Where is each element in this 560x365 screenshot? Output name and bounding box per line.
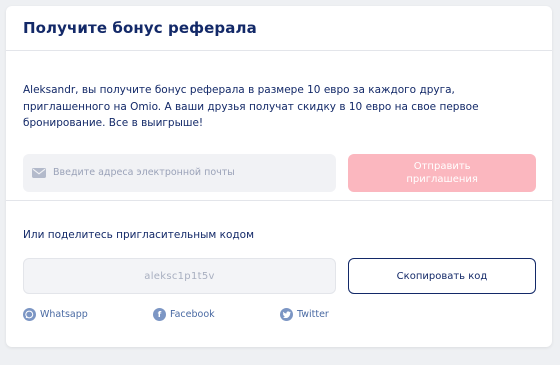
invite-row: Отправить приглашения <box>23 153 536 192</box>
email-input[interactable] <box>53 167 333 178</box>
card-title: Получите бонус реферала <box>23 19 257 37</box>
invite-section: Aleksandr, вы получите бонус реферала в … <box>6 51 552 201</box>
mail-icon <box>32 167 46 178</box>
share-twitter-link[interactable]: Twitter <box>280 308 329 321</box>
share-facebook-link[interactable]: f Facebook <box>153 308 280 321</box>
referral-bonus-card: Получите бонус реферала Aleksandr, вы по… <box>6 6 552 347</box>
facebook-label: Facebook <box>170 309 215 320</box>
copy-code-button[interactable]: Скопировать код <box>348 258 536 294</box>
facebook-icon: f <box>153 308 166 321</box>
share-section: Или поделитесь пригласительным кодом ale… <box>6 201 552 321</box>
social-share-row: Whatsapp f Facebook Twitter <box>23 308 536 321</box>
send-invitations-button[interactable]: Отправить приглашения <box>348 153 536 192</box>
twitter-icon <box>280 308 293 321</box>
invite-code-field[interactable]: aleksc1p1t5v <box>23 258 336 294</box>
whatsapp-icon <box>23 308 36 321</box>
share-whatsapp-link[interactable]: Whatsapp <box>23 308 153 321</box>
whatsapp-label: Whatsapp <box>40 309 88 320</box>
card-header: Получите бонус реферала <box>6 6 552 51</box>
share-code-label: Или поделитесь пригласительным кодом <box>23 229 255 241</box>
referral-description: Aleksandr, вы получите бонус реферала в … <box>23 84 479 129</box>
email-field[interactable] <box>23 153 337 192</box>
twitter-label: Twitter <box>297 309 329 320</box>
code-row: aleksc1p1t5v Скопировать код <box>23 258 536 294</box>
